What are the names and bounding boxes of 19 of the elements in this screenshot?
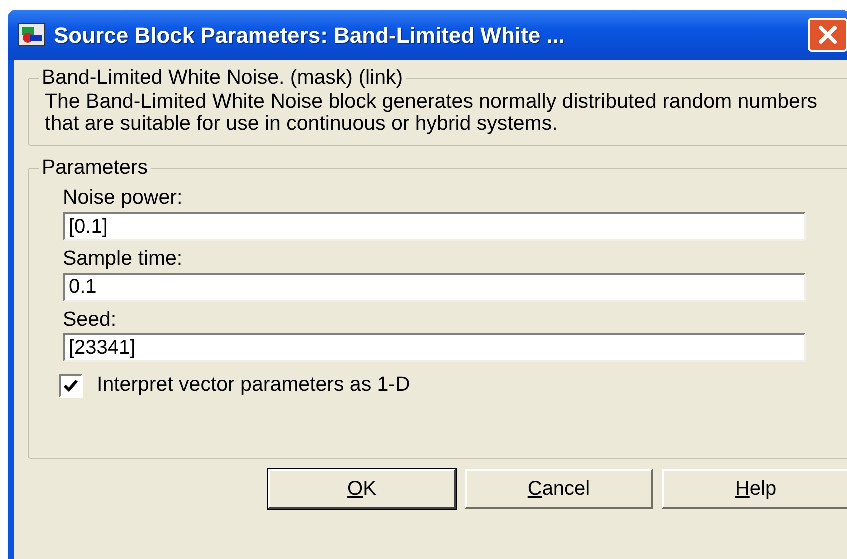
group-title: Band-Limited White Noise. (mask) (link) xyxy=(41,66,404,91)
field-label: Sample time: xyxy=(63,247,184,272)
input-field[interactable]: [0.1] xyxy=(63,212,806,242)
dialog-button[interactable]: OK xyxy=(268,468,456,509)
checkbox-label[interactable]: Interpret vector parameters as 1-D xyxy=(97,370,410,401)
app-icon xyxy=(18,23,46,47)
close-icon xyxy=(817,24,839,46)
field-label: Noise power: xyxy=(63,186,184,212)
dialog-button[interactable]: Cancel xyxy=(465,468,653,509)
check-icon xyxy=(63,378,79,393)
description-text: The Band-Limited White Noise block generates normally distributed random numbers that are suitable for use in continuous or hybrid systems. xyxy=(45,90,819,135)
close-button[interactable] xyxy=(808,18,847,52)
group-title: Parameters xyxy=(41,156,149,180)
input-field[interactable]: [23341] xyxy=(63,333,806,362)
field-label: Seed: xyxy=(63,308,118,332)
dialog-button[interactable]: Help xyxy=(662,468,847,509)
checkbox[interactable] xyxy=(59,374,83,398)
input-field[interactable]: 0.1 xyxy=(63,272,806,302)
window-title: Source Block Parameters: Band-Limited White ... xyxy=(54,22,566,50)
